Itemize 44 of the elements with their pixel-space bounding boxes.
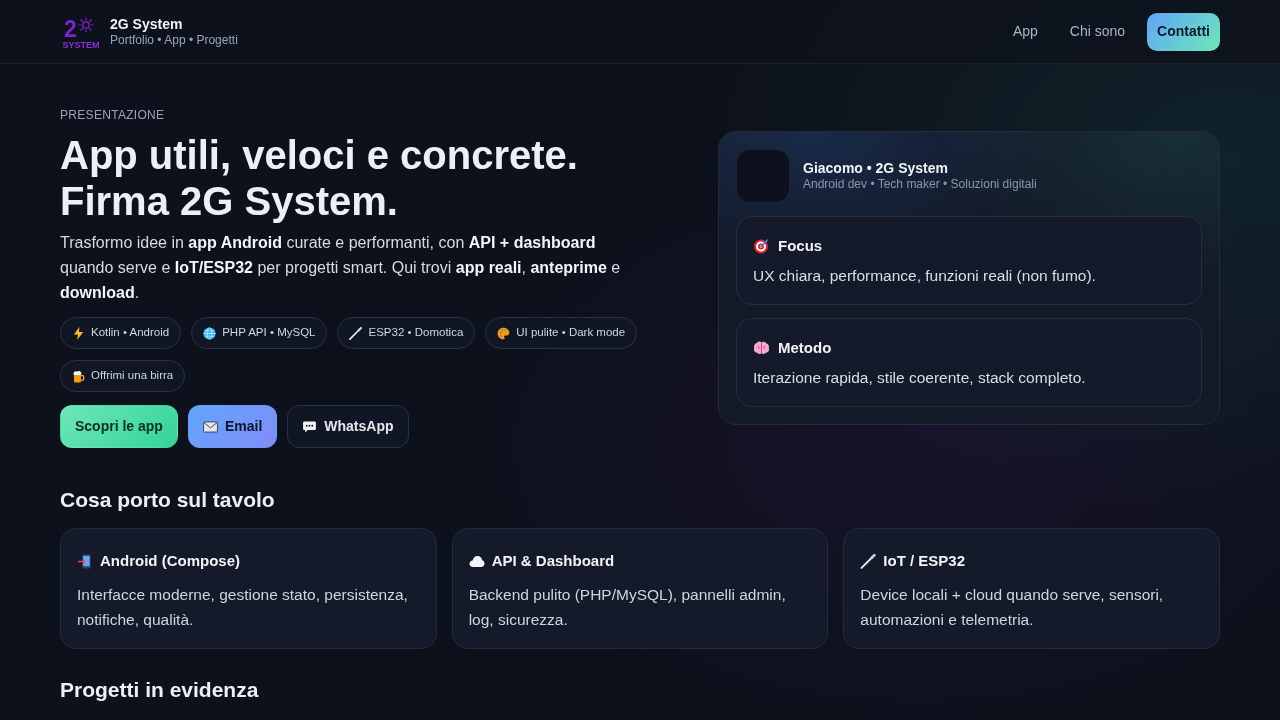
- globe-icon: [203, 326, 217, 340]
- tag-label: ESP32 • Domotica: [368, 325, 464, 341]
- avatar-placeholder: [736, 148, 790, 203]
- wand-icon: [349, 326, 363, 340]
- nav-link[interactable]: Chi sono: [1057, 13, 1138, 50]
- action-button[interactable]: Scopri le app: [60, 405, 178, 448]
- nav-link[interactable]: App: [1000, 13, 1050, 50]
- section-heading: Progetti in evidenza: [60, 677, 260, 703]
- feature-card-title: Android (Compose): [100, 551, 240, 571]
- hero-intro: Trasformo idee in app Android curate e performanti, con API + dashboard quando serve e IoT/ESP32 per progetti smart. Qui trovi app reali, anteprime e download.: [60, 233, 622, 303]
- tag-label: PHP API • MySQL: [222, 325, 316, 341]
- feature-card-title: API & Dashboard: [491, 551, 615, 571]
- palette-icon: [497, 326, 511, 340]
- eyebrow-label: PRESENTAZIONE: [60, 107, 166, 123]
- profile-name: Giacomo • 2G System: [803, 159, 949, 177]
- action-button[interactable]: WhatsApp: [287, 405, 409, 448]
- section-heading: Cosa porto sul tavolo: [60, 487, 276, 513]
- brand-tagline: Portfolio • App • Progetti: [110, 32, 238, 48]
- feature-card-text: Backend pulito (PHP/MySQL), pannelli admin, log, sicurezza.: [468, 585, 787, 630]
- info-card-text: Iterazione rapida, stile coerente, stack completo.: [753, 367, 1087, 388]
- brand-name: 2G System: [110, 15, 184, 33]
- target-icon: [753, 237, 770, 254]
- lightning-icon: [72, 326, 85, 340]
- chat-bubble-icon: [302, 420, 318, 433]
- feature-card-text: Interfacce moderne, gestione stato, persistenza, notifiche, qualità.: [77, 585, 409, 630]
- beer-mug-icon: [72, 369, 85, 383]
- wand-icon: [860, 553, 877, 569]
- contact-button[interactable]: Contatti: [1147, 12, 1220, 51]
- feature-card-title: IoT / ESP32: [883, 551, 966, 571]
- envelope-icon: [202, 420, 218, 433]
- cloud-icon: [468, 553, 485, 569]
- profile-subtitle: Android dev • Tech maker • Soluzioni digitali: [803, 177, 1037, 192]
- phone-icon: [77, 553, 93, 569]
- brand-logo: 2 SYSTEM: [60, 14, 102, 49]
- tag-label: Kotlin • Android: [91, 325, 170, 341]
- tag-label: Offrimi una birra: [91, 368, 174, 384]
- info-card-title: Metodo: [778, 337, 832, 358]
- info-card-text: UX chiara, performance, funzioni reali (non fumo).: [753, 265, 1097, 286]
- action-button[interactable]: Email: [187, 405, 278, 448]
- tag-label: UI pulite • Dark mode: [516, 325, 626, 341]
- hero-heading: App utili, veloci e concrete. Firma 2G System.: [60, 132, 579, 224]
- info-card-title: Focus: [778, 235, 823, 256]
- brain-icon: [753, 339, 770, 356]
- feature-card-text: Device locali + cloud quando serve, sensori, automazioni e telemetria.: [860, 585, 1165, 630]
